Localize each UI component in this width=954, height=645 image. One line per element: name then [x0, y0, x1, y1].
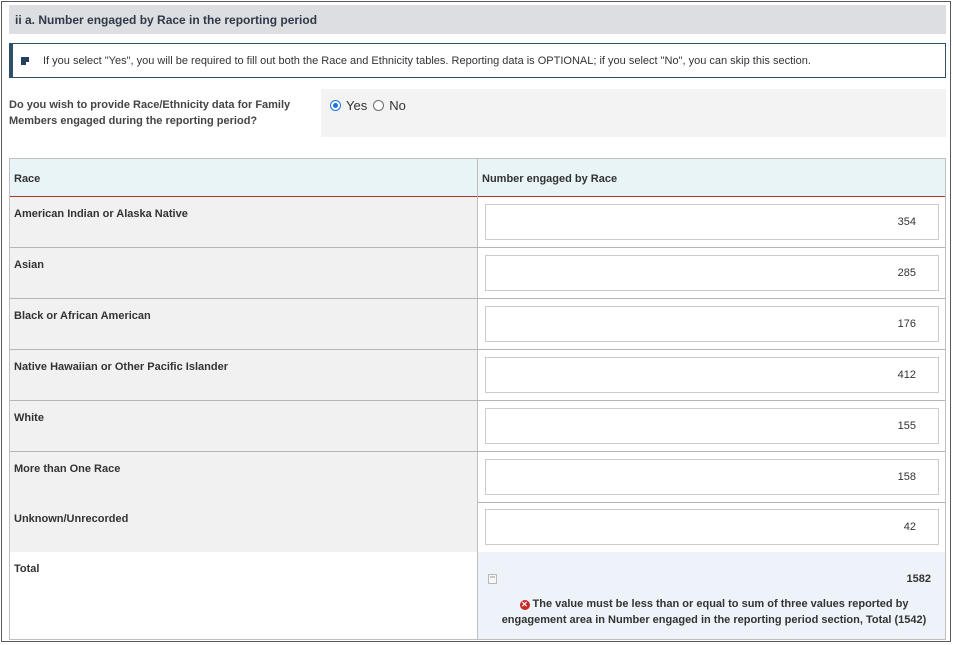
error-message: The value must be less than or equal to … [501, 598, 927, 626]
race-label: Native Hawaiian or Other Pacific Islande… [10, 350, 478, 400]
error-circle-icon: ✕ [519, 600, 530, 610]
american-indian-input[interactable]: 354 [485, 204, 939, 240]
no-radio-label[interactable]: No [389, 98, 406, 113]
race-table-header: Race Number engaged by Race [10, 159, 945, 197]
race-label: Unknown/Unrecorded [10, 502, 478, 552]
total-label: Total [10, 552, 478, 639]
race-ethnicity-radio-group: Yes No [321, 89, 946, 137]
yes-radio-label[interactable]: Yes [346, 98, 367, 113]
table-row: Asian 285 [10, 248, 945, 299]
race-label: More than One Race [10, 452, 478, 502]
section-title: ii a. Number engaged by Race in the repo… [15, 13, 318, 27]
header-column-divider [477, 159, 478, 197]
number-column-header: Number engaged by Race [482, 173, 618, 185]
table-row: More than One Race 158 [10, 452, 945, 503]
table-row: White 155 [10, 401, 945, 452]
section-header: ii a. Number engaged by Race in the repo… [9, 5, 946, 34]
info-message: If you select "Yes", you will be require… [43, 54, 811, 67]
asian-input[interactable]: 285 [485, 255, 939, 291]
total-cell: 1582 ✕ The value must be less than or equ… [478, 552, 945, 639]
total-row: Total 1582 ✕ The value must be less than … [10, 552, 945, 639]
race-label: American Indian or Alaska Native [10, 197, 478, 247]
race-ethnicity-question: Do you wish to provide Race/Ethnicity da… [9, 99, 291, 127]
info-banner: If you select "Yes", you will be require… [9, 43, 946, 78]
race-label: Asian [10, 248, 478, 298]
race-table: Race Number engaged by Race American Ind… [9, 158, 946, 640]
white-input[interactable]: 155 [485, 408, 939, 444]
race-column-header: Race [14, 173, 41, 185]
table-row: Native Hawaiian or Other Pacific Islande… [10, 350, 945, 401]
table-row: Unknown/Unrecorded 42 [10, 502, 945, 553]
total-value: 1582 [906, 573, 931, 585]
unknown-unrecorded-input[interactable]: 42 [485, 509, 939, 545]
more-than-one-race-input[interactable]: 158 [485, 459, 939, 495]
race-label: Black or African American [10, 299, 478, 349]
native-hawaiian-input[interactable]: 412 [485, 357, 939, 393]
race-label: White [10, 401, 478, 451]
total-validation-error: ✕ The value must be less than or equal to… [488, 596, 940, 628]
calculator-icon [488, 574, 497, 584]
table-row: Black or African American 176 [10, 299, 945, 350]
info-icon [21, 56, 29, 65]
yes-radio[interactable] [330, 100, 341, 111]
table-row: American Indian or Alaska Native 354 [10, 197, 945, 248]
no-radio[interactable] [373, 100, 385, 111]
black-african-american-input[interactable]: 176 [485, 306, 939, 342]
